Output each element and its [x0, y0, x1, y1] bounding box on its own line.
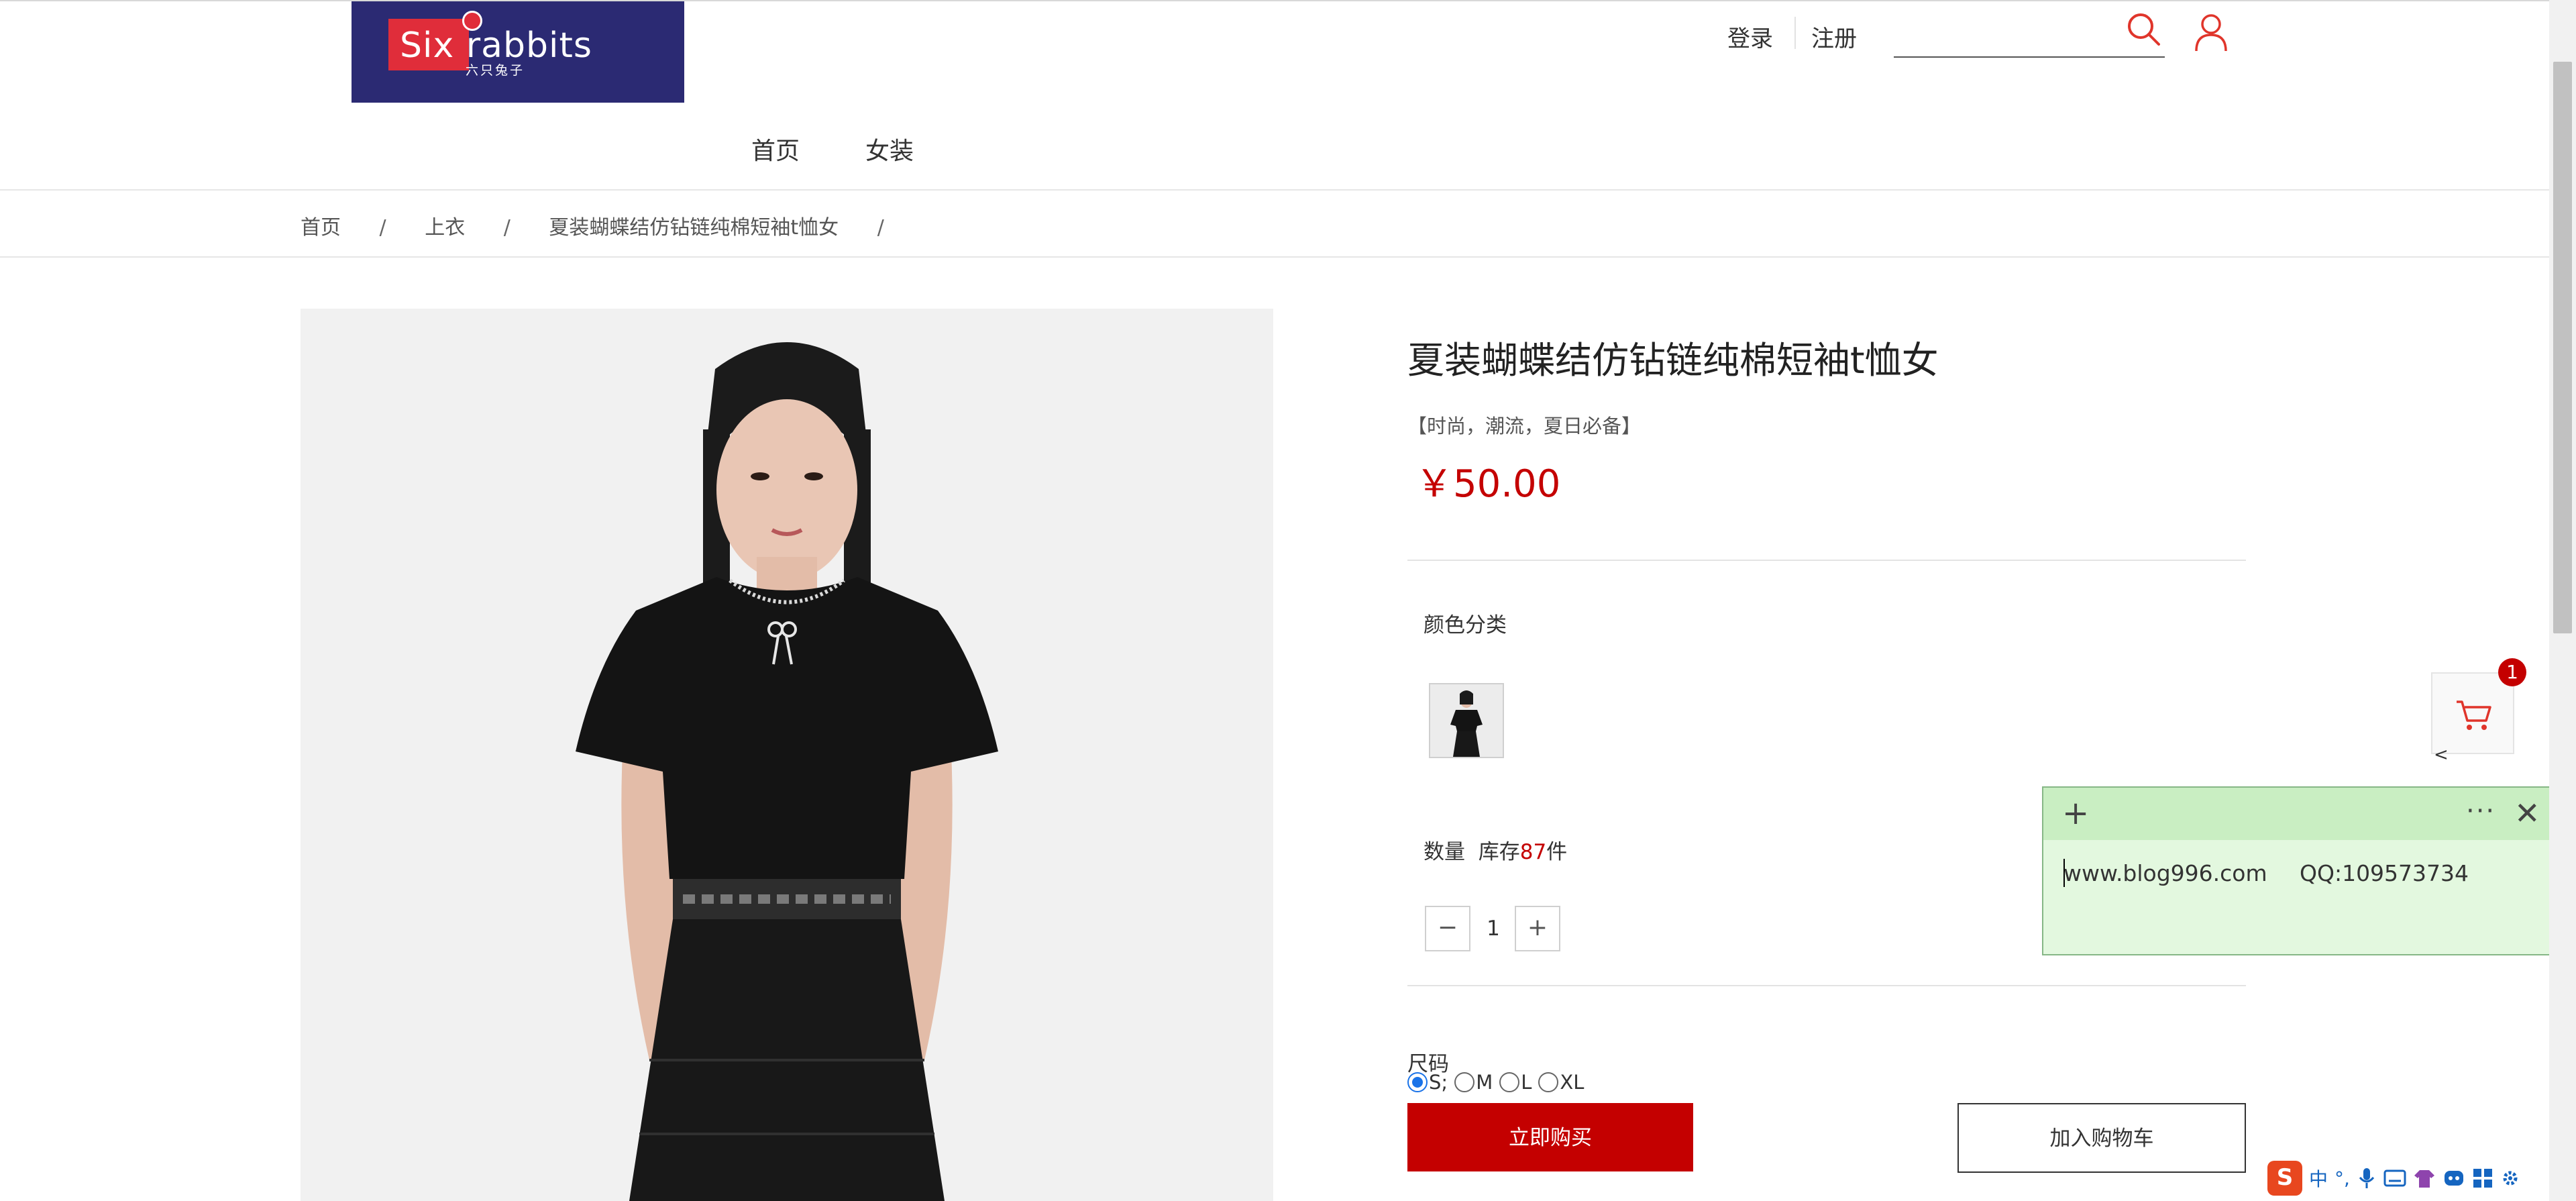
swatch-thumbnail [1430, 684, 1503, 757]
breadcrumb-item-tops[interactable]: 上衣 [425, 211, 465, 240]
login-link[interactable]: 登录 [1727, 20, 1773, 53]
ime-mode-toggle[interactable]: 中 [2309, 1165, 2328, 1192]
product-title: 夏装蝴蝶结仿钻链纯棉短袖t恤女 [1407, 339, 1939, 382]
quantity-label-text: 数量 [1424, 840, 1465, 864]
breadcrumb-item-product[interactable]: 夏装蝴蝶结仿钻链纯棉短袖t恤女 [549, 211, 839, 240]
breadcrumb: 首页 / 上衣 / 夏装蝴蝶结仿钻链纯棉短袖t恤女 / [301, 211, 916, 240]
add-note-icon[interactable]: + [2062, 797, 2089, 829]
ime-logo-icon[interactable]: S [2267, 1161, 2302, 1196]
quantity-label: 数量 库存87件 [1424, 835, 1567, 865]
product-main-image[interactable] [301, 309, 1273, 1201]
breadcrumb-bottom-border [0, 256, 2549, 258]
search-icon[interactable] [2125, 11, 2163, 48]
toolbox-icon[interactable] [2472, 1167, 2493, 1189]
cart-count-badge: 1 [2498, 658, 2526, 686]
stock-prefix: 库存 [1478, 840, 1520, 864]
logo-wordmark: Six rabbits [400, 25, 592, 66]
header-divider [1794, 17, 1796, 49]
user-icon[interactable] [2192, 12, 2230, 52]
breadcrumb-separator: / [503, 216, 511, 240]
quantity-divider [1407, 985, 2246, 986]
quantity-value[interactable]: 1 [1470, 906, 1516, 951]
size-option-label: M [1476, 1071, 1493, 1094]
collapse-arrow-icon[interactable]: < [2434, 745, 2449, 765]
product-price: ￥50.00 [1415, 462, 1561, 506]
breadcrumb-separator: / [877, 216, 884, 240]
nav-item-home[interactable]: 首页 [751, 132, 800, 166]
close-icon[interactable]: ✕ [2514, 797, 2540, 829]
cart-icon [2457, 700, 2491, 730]
ime-punctuation-toggle[interactable]: °, [2334, 1167, 2350, 1190]
logo-subtitle: 六只兔子 [466, 63, 525, 78]
size-radio-group: S; M L XL [1407, 1071, 1591, 1094]
brand-logo[interactable]: Six rabbits 六只兔子 [352, 1, 684, 103]
scrollbar-thumb[interactable] [2553, 62, 2572, 633]
add-to-cart-button[interactable]: 加入购物车 [1957, 1103, 2246, 1173]
emoji-icon[interactable] [2443, 1168, 2465, 1188]
search-input[interactable] [1894, 17, 2165, 58]
stock-suffix: 件 [1546, 840, 1568, 864]
size-radio-m[interactable] [1454, 1072, 1475, 1092]
breadcrumb-separator: / [379, 216, 386, 240]
microphone-icon[interactable] [2357, 1167, 2377, 1190]
quantity-increase-button[interactable]: + [1515, 906, 1560, 951]
sticky-note-titlebar[interactable]: + ··· ✕ [2043, 788, 2559, 840]
register-link[interactable]: 注册 [1811, 20, 1857, 53]
buy-now-button[interactable]: 立即购买 [1407, 1103, 1693, 1171]
sticky-note-window[interactable]: + ··· ✕ www.blog996.com QQ:109573734 [2042, 786, 2560, 955]
model-photo [301, 309, 1273, 1201]
ime-toolbar: S 中 °, [2267, 1158, 2549, 1198]
size-option-label: L [1521, 1071, 1532, 1094]
more-options-icon[interactable]: ··· [2466, 796, 2496, 827]
size-radio-l[interactable] [1499, 1072, 1520, 1092]
size-radio-s[interactable] [1407, 1072, 1428, 1092]
color-swatch[interactable] [1429, 683, 1504, 758]
keyboard-icon[interactable] [2383, 1168, 2406, 1188]
size-option-label: XL [1560, 1071, 1585, 1094]
skin-shirt-icon[interactable] [2413, 1167, 2436, 1189]
size-radio-xl[interactable] [1538, 1072, 1559, 1092]
product-tagline: 【时尚，潮流，夏日必备】 [1407, 415, 1642, 437]
nav-item-womens-wear[interactable]: 女装 [865, 132, 914, 166]
info-divider [1407, 560, 2246, 561]
quantity-decrease-button[interactable]: − [1425, 906, 1470, 951]
settings-gear-icon[interactable] [2500, 1168, 2520, 1188]
note-site-text[interactable]: www.blog996.com [2063, 860, 2267, 886]
breadcrumb-item-home[interactable]: 首页 [301, 211, 341, 240]
note-qq-text[interactable]: QQ:109573734 [2300, 860, 2469, 886]
stock-count: 87 [1519, 840, 1547, 864]
size-option-label: S; [1429, 1071, 1448, 1094]
color-label: 颜色分类 [1424, 613, 1507, 637]
floating-cart-button[interactable] [2431, 672, 2514, 754]
breadcrumb-top-border [0, 189, 2549, 191]
